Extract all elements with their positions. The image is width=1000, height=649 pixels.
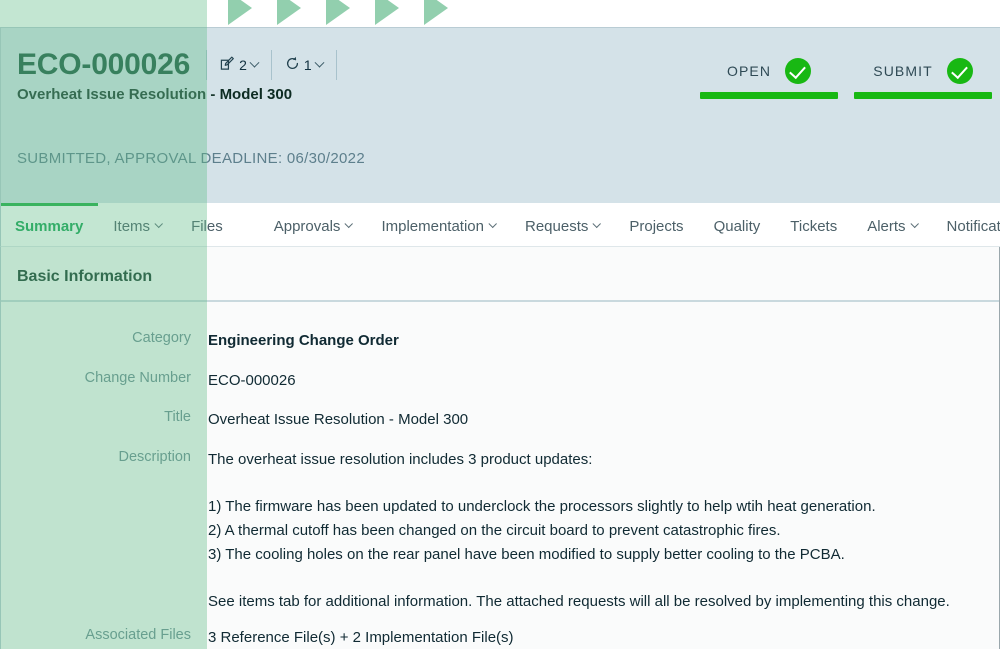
revision-count-chip[interactable]: 1 <box>270 50 337 80</box>
field-value-change-number: ECO-000026 <box>208 371 296 389</box>
tab-items[interactable]: Items <box>98 203 176 246</box>
tab-notifications[interactable]: Notifications <box>932 203 1000 246</box>
tab-separator <box>238 203 259 246</box>
check-circle-icon <box>785 58 812 84</box>
state-progress-bar <box>854 92 992 99</box>
tab-files[interactable]: Files <box>176 203 238 246</box>
tab-tickets[interactable]: Tickets <box>775 203 852 246</box>
field-label-change-number: Change Number <box>84 369 191 386</box>
chevron-down-icon <box>344 219 354 229</box>
tab-files-label: Files <box>191 217 223 235</box>
record-header: ECO-000026 2 1 Overheat Issue Resolution… <box>0 27 1000 203</box>
edit-count-chip[interactable]: 2 <box>206 50 271 80</box>
play-triangle-icon <box>228 0 252 25</box>
field-value-category: Engineering Change Order <box>208 332 399 349</box>
tab-items-label: Items <box>113 217 151 235</box>
tab-projects-label: Projects <box>629 217 684 235</box>
chevron-down-icon <box>488 219 497 229</box>
tab-summary[interactable]: Summary <box>1 203 99 246</box>
summary-panel: Basic Information Category Engineering C… <box>0 247 1000 649</box>
state-progress-bar <box>700 92 838 99</box>
chevron-down-icon <box>314 57 325 68</box>
chevron-down-icon <box>910 219 919 229</box>
status-badge: SUBMITTED, APPROVAL DEADLINE: 06/30/2022 <box>17 150 365 167</box>
field-value-description: The overheat issue resolution includes 3… <box>208 451 950 611</box>
workflow-arrow-strip <box>0 0 1000 27</box>
play-triangle-icon <box>424 0 448 25</box>
state-button-open[interactable]: OPEN <box>700 50 838 99</box>
field-label-title: Title <box>164 409 191 426</box>
field-label-description: Description <box>118 449 191 466</box>
field-label-associated-files: Associated Files <box>85 626 191 643</box>
check-circle-icon <box>946 58 973 84</box>
edit-square-icon <box>220 56 235 74</box>
tab-tickets-label: Tickets <box>790 217 838 235</box>
revision-count-value: 1 <box>303 57 312 73</box>
field-row-associated-files: Associated Files 3 Reference File(s) + 2… <box>1 626 999 649</box>
chevron-down-icon <box>249 57 260 68</box>
tab-alerts[interactable]: Alerts <box>852 203 931 246</box>
basic-information-fields: Category Engineering Change Order Change… <box>1 329 999 649</box>
tab-requests[interactable]: Requests <box>510 203 614 246</box>
play-triangle-icon <box>326 0 350 25</box>
record-title-row: ECO-000026 2 1 <box>17 48 337 82</box>
play-triangle-icon <box>375 0 399 25</box>
state-button-group: OPEN SUBMIT <box>700 50 992 99</box>
record-subtitle-prefix: Overheat Issue Resolution - <box>17 86 220 103</box>
state-button-submit[interactable]: SUBMIT <box>854 50 992 99</box>
field-label-category: Category <box>132 330 191 346</box>
tab-approvals-label: Approvals <box>273 217 341 235</box>
tab-quality-label: Quality <box>713 217 761 235</box>
tab-notifications-label: Notifications <box>946 217 1000 235</box>
field-value-associated-files: 3 Reference File(s) + 2 Implementation F… <box>208 628 514 646</box>
play-triangle-icon <box>277 0 301 25</box>
tab-implementation[interactable]: Implementation <box>366 203 510 246</box>
chevron-down-icon <box>154 219 164 229</box>
tab-quality[interactable]: Quality <box>699 203 776 246</box>
state-button-open-label: OPEN <box>726 63 772 79</box>
tab-requests-label: Requests <box>525 217 589 235</box>
section-divider <box>1 300 999 302</box>
field-row-category: Category Engineering Change Order <box>1 329 999 353</box>
record-subtitle-model: Model 300 <box>219 86 293 103</box>
tab-approvals[interactable]: Approvals <box>259 203 367 246</box>
edit-count-value: 2 <box>239 57 247 73</box>
field-row-description: Description The overheat issue resolutio… <box>1 448 999 614</box>
tab-implementation-label: Implementation <box>381 217 484 235</box>
tab-alerts-label: Alerts <box>867 217 906 235</box>
revision-refresh-icon <box>285 56 300 74</box>
field-row-change-number: Change Number ECO-000026 <box>1 369 999 393</box>
tab-summary-label: Summary <box>15 217 84 235</box>
record-tabbar: Summary Items Files Approvals Implementa… <box>0 203 1000 247</box>
field-value-title: Overheat Issue Resolution - Model 300 <box>208 411 469 429</box>
field-row-title: Title Overheat Issue Resolution - Model … <box>1 408 999 432</box>
eco-record-page: ECO-000026 2 1 Overheat Issue Resolution… <box>0 0 1000 649</box>
section-title: Basic Information <box>17 268 153 285</box>
workflow-arrows <box>228 0 448 25</box>
tab-projects[interactable]: Projects <box>614 203 698 246</box>
record-subtitle: Overheat Issue Resolution - Model 300 <box>17 86 292 103</box>
chevron-down-icon <box>592 219 602 229</box>
page-title: ECO-000026 <box>17 48 191 81</box>
state-button-submit-label: SUBMIT <box>873 63 933 79</box>
header-chip-group: 2 1 <box>206 50 337 80</box>
